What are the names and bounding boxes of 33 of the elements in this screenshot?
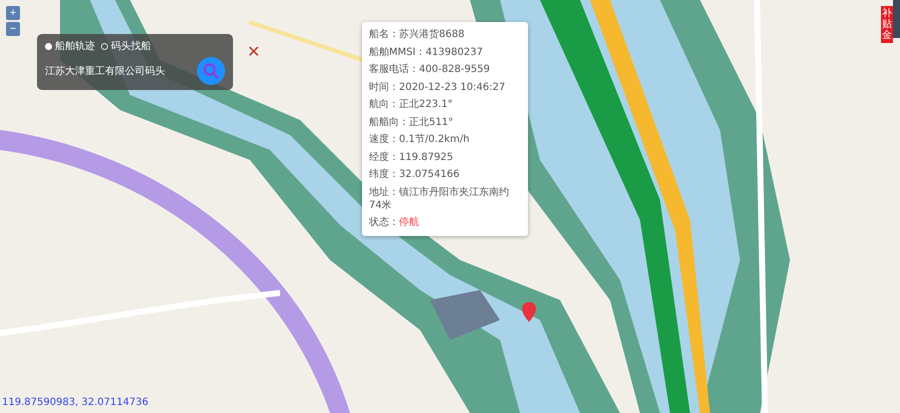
radio-option[interactable]: 码头找船 [101,39,151,53]
info-line: 地址：镇江市丹阳市夹江东南约74米 [369,186,510,212]
info-value: 2020-12-23 10:46:27 [399,82,506,92]
search-button[interactable] [197,57,225,85]
info-line: 航向：正北223.1° [369,98,454,112]
info-value: 119.87925 [399,152,454,162]
info-value: 413980237 [426,46,483,58]
zoom-button[interactable]: − [6,22,20,36]
info-value: 32.0754166 [399,169,460,180]
info-value: 400-828-9559 [419,64,490,75]
info-line: 船名：苏兴港货8688 [369,28,466,42]
info-value: 正北511° [409,116,454,128]
search-icon [202,62,220,80]
search-field[interactable]: 江苏大津重工有限公司码头 [45,66,185,76]
close-icon[interactable]: ✕ [247,44,260,60]
radio-option[interactable]: 船舶轨迹 [45,39,95,53]
info-value: 苏兴港货8688 [399,29,464,40]
info-line: 客服电话：400-828-9559 [369,62,491,77]
info-line: 船舶MMSI：413980237 [369,46,484,60]
info-line: 船艏向：正北511° [369,116,454,130]
location-pin-icon [522,302,536,322]
info-line: 速度：0.1节/0.2km/h [369,132,470,147]
side-strip [893,0,900,38]
info-line: 状态：停航 [369,216,420,230]
info-value: 停航 [399,217,419,228]
info-value: 正北223.1° [399,99,453,110]
info-value: 0.1节/0.2km/h [399,134,470,145]
side-badge[interactable]: 补贴金 [881,6,893,43]
info-line: 经度：119.87925 [369,150,454,164]
info-line: 纬度：32.0754166 [369,168,460,182]
info-line: 时间：2020-12-23 10:46:27 [369,80,506,94]
zoom-button[interactable]: + [6,6,20,20]
coordinates-label: 119.87590983, 32.07114736 [2,397,148,408]
